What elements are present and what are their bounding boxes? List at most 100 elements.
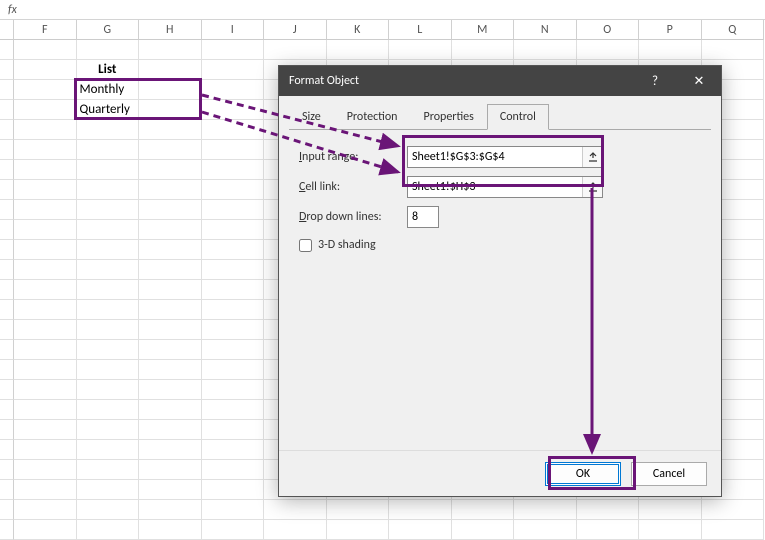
cell[interactable] — [202, 300, 265, 320]
col-header[interactable]: L — [389, 20, 452, 40]
cell[interactable] — [202, 220, 265, 240]
cell[interactable] — [202, 280, 265, 300]
cell[interactable] — [327, 40, 390, 60]
cell[interactable] — [14, 260, 77, 280]
cell[interactable] — [77, 520, 140, 540]
col-header[interactable]: I — [202, 20, 265, 40]
cell[interactable] — [139, 280, 202, 300]
cell[interactable] — [139, 180, 202, 200]
cell[interactable] — [139, 40, 202, 60]
cell[interactable] — [702, 40, 765, 60]
cell[interactable] — [139, 260, 202, 280]
tab-protection[interactable]: Protection — [334, 104, 411, 130]
cell[interactable] — [702, 500, 765, 520]
cell[interactable] — [77, 40, 140, 60]
cell[interactable] — [14, 320, 77, 340]
cell[interactable] — [327, 500, 390, 520]
cell[interactable] — [77, 400, 140, 420]
cell[interactable] — [139, 400, 202, 420]
cell[interactable] — [14, 180, 77, 200]
cell[interactable] — [202, 480, 265, 500]
cell-link-input[interactable] — [408, 177, 582, 197]
cell[interactable] — [389, 40, 452, 60]
cell[interactable] — [202, 440, 265, 460]
cell[interactable] — [202, 500, 265, 520]
cell[interactable] — [14, 500, 77, 520]
cell[interactable] — [514, 500, 577, 520]
cell[interactable]: Quarterly — [77, 100, 140, 120]
cell[interactable]: List — [77, 60, 140, 80]
cell[interactable] — [14, 420, 77, 440]
cell[interactable] — [702, 520, 765, 540]
cell[interactable] — [14, 280, 77, 300]
cell[interactable] — [139, 380, 202, 400]
cell[interactable] — [77, 360, 140, 380]
cell[interactable] — [202, 320, 265, 340]
cell[interactable] — [202, 120, 265, 140]
cell[interactable] — [77, 260, 140, 280]
cell[interactable] — [77, 140, 140, 160]
cell[interactable] — [452, 520, 515, 540]
cell[interactable] — [77, 200, 140, 220]
cell[interactable] — [514, 40, 577, 60]
cell[interactable] — [514, 520, 577, 540]
cell[interactable] — [389, 520, 452, 540]
col-header[interactable]: J — [264, 20, 327, 40]
cell[interactable] — [202, 400, 265, 420]
cell[interactable] — [14, 340, 77, 360]
col-header[interactable]: F — [14, 20, 77, 40]
cell[interactable] — [14, 160, 77, 180]
cell[interactable] — [14, 360, 77, 380]
cell[interactable] — [77, 480, 140, 500]
cell[interactable] — [139, 220, 202, 240]
cell[interactable] — [577, 40, 640, 60]
cell[interactable] — [139, 60, 202, 80]
help-button[interactable]: ? — [633, 66, 677, 96]
cell[interactable] — [77, 320, 140, 340]
cell[interactable] — [202, 200, 265, 220]
cell[interactable] — [77, 220, 140, 240]
cell[interactable] — [139, 520, 202, 540]
cell[interactable] — [14, 380, 77, 400]
cell[interactable] — [577, 500, 640, 520]
input-range-input[interactable] — [408, 147, 582, 167]
cell[interactable] — [139, 360, 202, 380]
cell[interactable] — [139, 120, 202, 140]
cell[interactable] — [14, 460, 77, 480]
cell[interactable] — [202, 420, 265, 440]
cell[interactable] — [77, 240, 140, 260]
cell[interactable] — [202, 460, 265, 480]
cell[interactable] — [77, 380, 140, 400]
range-select-icon[interactable] — [582, 147, 602, 167]
cell[interactable] — [202, 260, 265, 280]
cancel-button[interactable]: Cancel — [631, 462, 707, 486]
col-header[interactable]: P — [639, 20, 702, 40]
cell[interactable] — [139, 440, 202, 460]
dropdown-lines-input[interactable] — [407, 206, 439, 228]
cell[interactable] — [327, 520, 390, 540]
cell[interactable] — [139, 80, 202, 100]
cell[interactable] — [139, 320, 202, 340]
cell[interactable] — [202, 240, 265, 260]
cell[interactable] — [202, 340, 265, 360]
cell[interactable] — [639, 520, 702, 540]
col-header[interactable]: M — [452, 20, 515, 40]
cell[interactable] — [139, 240, 202, 260]
cell[interactable] — [77, 180, 140, 200]
cell[interactable] — [14, 300, 77, 320]
col-header[interactable]: H — [139, 20, 202, 40]
cell[interactable] — [77, 300, 140, 320]
cell[interactable] — [202, 380, 265, 400]
cell[interactable] — [577, 520, 640, 540]
cell[interactable] — [202, 140, 265, 160]
cell[interactable] — [139, 480, 202, 500]
cell[interactable] — [14, 240, 77, 260]
col-header[interactable]: K — [327, 20, 390, 40]
cell[interactable] — [202, 180, 265, 200]
cell[interactable] — [77, 500, 140, 520]
cell[interactable] — [202, 60, 265, 80]
cell[interactable] — [77, 460, 140, 480]
cell[interactable] — [77, 120, 140, 140]
cell[interactable] — [14, 440, 77, 460]
range-select-icon[interactable] — [582, 177, 602, 197]
